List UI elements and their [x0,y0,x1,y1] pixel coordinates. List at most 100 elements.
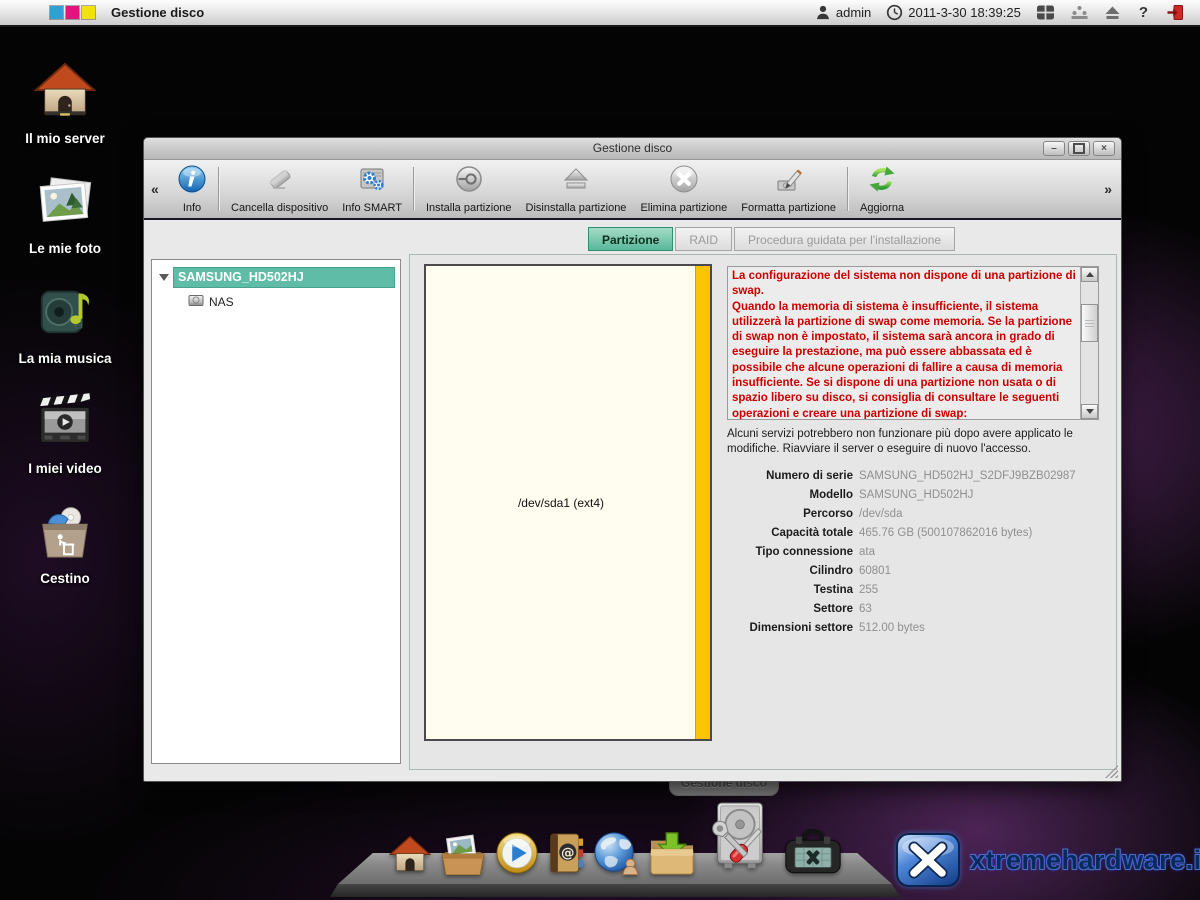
refresh-icon [867,164,897,199]
disk-icon [188,293,204,311]
device-tree-panel: SAMSUNG_HD502HJ NAS [151,259,401,764]
dock-photos-icon[interactable] [440,833,486,880]
unmount-partition-button[interactable]: Disinstalla partizione [519,160,634,218]
scroll-up-button[interactable] [1081,267,1098,282]
network-icon[interactable] [1070,5,1089,20]
menubar: Gestione disco admin 2011-3-30 18:39:25 … [0,0,1200,27]
detail-label: Modello [727,489,853,501]
partition-map[interactable]: /dev/sda1 (ext4) [424,264,712,741]
home-icon [34,61,96,126]
info-icon [177,164,207,199]
refresh-button[interactable]: Aggiorna [853,160,911,218]
delete-circle-icon [669,164,699,199]
maximize-button[interactable] [1068,141,1090,156]
dock-disk-management-icon[interactable] [705,801,775,880]
detail-value: 512.00 bytes [859,622,1099,634]
tree-node-nas-label: NAS [209,295,234,309]
detail-value: ata [859,546,1099,558]
eject-icon[interactable] [1104,5,1121,20]
info-button[interactable]: Info [170,160,214,218]
tab-partizione[interactable]: Partizione [588,227,673,251]
detail-label: Numero di serie [727,470,853,482]
maximize-icon [1073,143,1085,154]
logout-icon[interactable] [1166,4,1184,21]
user-menu[interactable]: admin [815,4,871,21]
tree-expand-icon[interactable] [159,274,169,281]
dock-web-icon[interactable] [593,831,639,880]
detail-value: 465.76 GB (500107862016 bytes) [859,527,1099,539]
clock-icon [886,4,903,21]
photos-icon [34,171,96,236]
tab-setup-wizard[interactable]: Procedura guidata per l'installazione [734,227,955,251]
tree-node-nas[interactable]: NAS [188,293,400,311]
toolbar: « Info [144,160,1121,220]
scrollbar-track[interactable] [1081,282,1098,404]
scrollbar-thumb[interactable] [1081,304,1098,342]
dock-home-icon[interactable] [389,835,431,880]
mount-plug-icon [454,164,484,199]
desktop-icon-trash[interactable]: Cestino [10,476,120,586]
close-button[interactable]: × [1093,141,1115,156]
desktop-icon-my-server[interactable]: Il mio server [10,36,120,146]
partition-content-panel: /dev/sda1 (ext4) La configurazione del s… [409,254,1117,770]
toolbar-overflow-right[interactable]: » [1104,181,1112,197]
mount-partition-button[interactable]: Installa partizione [419,160,519,218]
detail-value: SAMSUNG_HD502HJ [859,489,1099,501]
detail-label: Settore [727,603,853,615]
warning-scrollbar[interactable] [1080,267,1098,419]
dock-downloads-icon[interactable] [648,831,696,880]
minimize-button[interactable]: – [1043,141,1065,156]
disk-gears-icon [357,164,387,199]
dock-platform-front [330,884,900,897]
detail-label: Capacità totale [727,527,853,539]
partition-strip [695,266,710,739]
delete-partition-button[interactable]: Elimina partizione [633,160,734,218]
eject-partition-icon [561,164,591,199]
detail-label: Cilindro [727,565,853,577]
desktop-icon-column: Il mio server Le mie foto [10,36,120,586]
system-logo [50,6,95,19]
desktop-icon-my-videos[interactable]: I miei video [10,366,120,476]
music-icon [34,281,96,346]
detail-value: 63 [859,603,1099,615]
format-pencil-icon [774,164,804,199]
dock-toolbox-icon[interactable] [784,829,842,880]
service-notice-text: Alcuni servizi potrebbero non funzionare… [727,427,1099,457]
desktop-icon-my-music[interactable]: La mia musica [10,256,120,366]
windows-icon[interactable] [1036,4,1055,21]
eraser-icon [265,164,295,199]
window-titlebar[interactable]: Gestione disco – × [144,138,1121,160]
format-partition-button[interactable]: Formatta partizione [734,160,843,218]
erase-device-button[interactable]: Cancella dispositivo [224,160,335,218]
scroll-down-button[interactable] [1081,404,1098,419]
disk-management-window: Gestione disco – × « Info [143,137,1122,782]
detail-value: 60801 [859,565,1099,577]
dock-media-player-icon[interactable] [495,831,539,880]
logo-square-blue [50,6,63,19]
help-icon[interactable]: ? [1136,4,1151,21]
partition-label: /dev/sda1 (ext4) [426,496,696,510]
disk-details-list: Numero di serieSAMSUNG_HD502HJ_S2DFJ9BZB… [727,470,1099,634]
tree-node-disk-label[interactable]: SAMSUNG_HD502HJ [173,267,395,288]
menubar-title: Gestione disco [111,5,204,20]
svg-text:@: @ [561,845,575,861]
trash-icon [34,501,96,566]
user-icon [815,4,831,21]
watermark-text: xtremehardware.it [970,845,1200,876]
detail-label: Testina [727,584,853,596]
smart-info-button[interactable]: Info SMART [335,160,409,218]
watermark-x-icon [896,833,960,887]
desktop-icon-my-photos[interactable]: Le mie foto [10,146,120,256]
video-icon [34,391,96,456]
tree-node-disk[interactable]: SAMSUNG_HD502HJ [159,267,395,288]
tab-raid[interactable]: RAID [675,227,732,251]
logo-square-yellow [82,6,95,19]
swap-warning-box: La configurazione del sistema non dispon… [727,266,1099,420]
toolbar-overflow-left[interactable]: « [151,181,159,197]
swap-warning-text: La configurazione del sistema non dispon… [728,267,1080,419]
dock-contacts-icon[interactable]: @ [548,831,584,880]
arrow-up-icon [1086,272,1094,277]
toolbar-separator [218,167,220,211]
arrow-down-icon [1086,409,1094,414]
site-watermark: xtremehardware.it [896,833,1200,887]
